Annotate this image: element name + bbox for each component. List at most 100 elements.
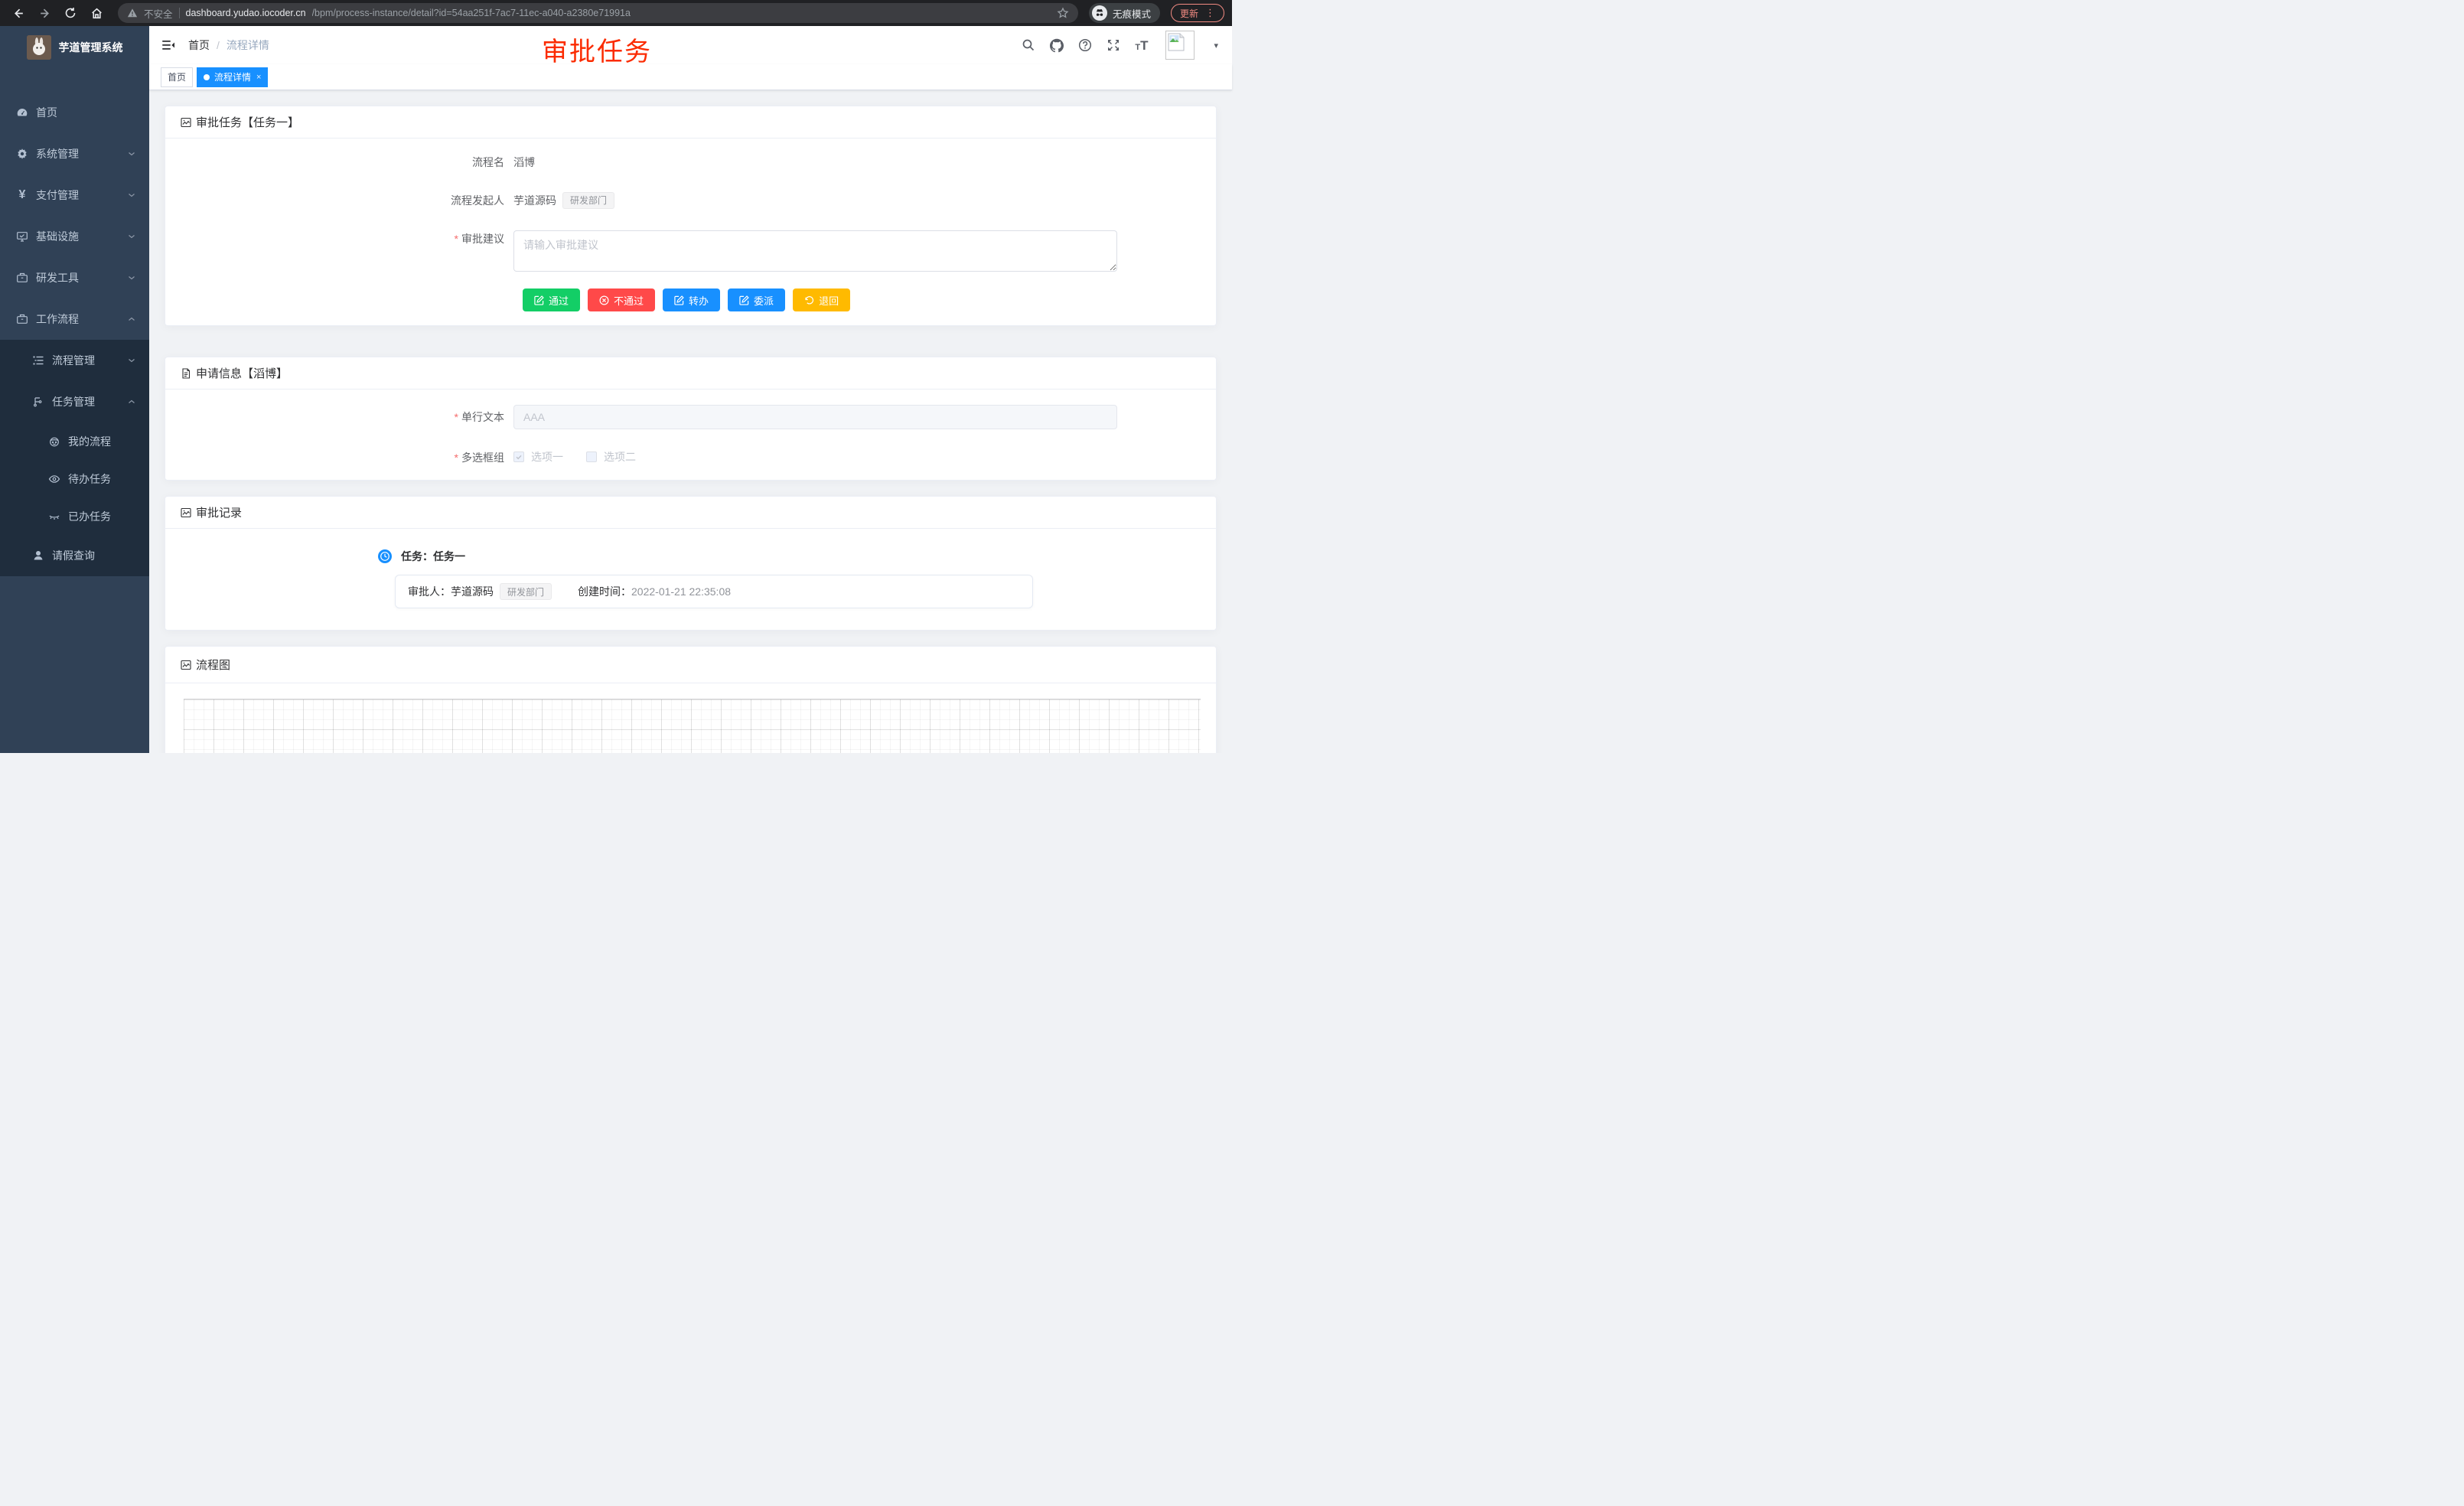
breadcrumb-home[interactable]: 首页: [188, 37, 210, 53]
card-title: 申请信息【滔博】: [196, 365, 288, 381]
picture-icon: [181, 507, 191, 518]
browser-home-icon[interactable]: [86, 2, 107, 24]
sidebar-item-label: 系统管理: [36, 146, 79, 161]
sidebar-item-label: 已办任务: [68, 509, 111, 524]
approve-button[interactable]: 通过: [523, 288, 580, 311]
checkbox-checked-icon: [513, 451, 524, 462]
browser-update-button[interactable]: 更新 ⋮: [1171, 4, 1224, 22]
delegate-button[interactable]: 委派: [728, 288, 785, 311]
breadcrumb-separator: /: [217, 39, 220, 51]
create-time-value: 2022-01-21 22:35:08: [631, 585, 731, 598]
sidebar-logo-row[interactable]: 芋道管理系统: [0, 26, 149, 69]
sidebar-item-label: 待办任务: [68, 471, 111, 487]
bookmark-star-icon[interactable]: [1057, 7, 1069, 19]
process-diagram-card: 流程图: [165, 646, 1217, 753]
sidebar-item-process-management[interactable]: 流程管理: [0, 340, 149, 381]
sidebar-item-devtools[interactable]: 研发工具: [0, 257, 149, 298]
card-header: 审批记录: [165, 497, 1216, 529]
caret-down-icon[interactable]: ▾: [1214, 41, 1218, 51]
font-size-icon[interactable]: TT: [1135, 39, 1148, 52]
hamburger-icon[interactable]: [161, 37, 176, 53]
sidebar-item-done-tasks[interactable]: 已办任务: [0, 497, 149, 535]
browser-menu-icon[interactable]: ⋮: [1205, 7, 1215, 19]
tab-process-detail[interactable]: 流程详情 ×: [197, 67, 268, 87]
toolbox-icon: [16, 272, 28, 284]
sidebar-item-task-management[interactable]: 任务管理: [0, 381, 149, 422]
fullscreen-icon[interactable]: [1107, 38, 1120, 52]
single-line-input[interactable]: [513, 405, 1117, 429]
sidebar-item-system[interactable]: 系统管理: [0, 133, 149, 174]
edit-icon: [534, 295, 544, 305]
initiator-row: 流程发起人 芋道源码 研发部门: [181, 192, 1201, 209]
initiator-label: 流程发起人: [181, 192, 513, 209]
chevron-up-icon: [128, 398, 135, 406]
list-tree-icon: [32, 354, 44, 367]
breadcrumb: 首页 / 流程详情: [188, 37, 269, 53]
dept-tag: 研发部门: [562, 192, 614, 209]
tab-close-icon[interactable]: ×: [256, 73, 261, 82]
url-bar[interactable]: 不安全 dashboard.yudao.iocoder.cn /bpm/proc…: [118, 3, 1078, 23]
single-line-label: 单行文本: [461, 411, 504, 423]
sidebar-menu: 首页 系统管理 ¥ 支付管理: [0, 69, 149, 576]
incognito-label: 无痕模式: [1113, 6, 1151, 21]
checkbox-group: 选项一 选项二: [513, 449, 659, 465]
required-mark: *: [455, 411, 458, 423]
url-divider: [179, 8, 180, 18]
process-name-label: 流程名: [181, 154, 513, 171]
search-icon[interactable]: [1022, 38, 1035, 52]
card-title: 审批记录: [196, 504, 242, 520]
clock-icon: [378, 549, 392, 563]
checkbox-group-row: *多选框组 选项一: [181, 449, 1201, 466]
approve-label: 通过: [549, 293, 569, 308]
create-time-label: 创建时间：: [578, 584, 631, 599]
url-host: dashboard.yudao.iocoder.cn: [186, 8, 306, 18]
sidebar-item-label: 基础设施: [36, 229, 79, 244]
help-icon[interactable]: [1078, 38, 1092, 52]
sidebar-item-my-process[interactable]: 我的流程: [0, 422, 149, 460]
sidebar-item-infrastructure[interactable]: 基础设施: [0, 216, 149, 257]
eye-closed-icon: [48, 510, 60, 523]
url-path: /bpm/process-instance/detail?id=54aa251f…: [312, 8, 1051, 18]
incognito-badge: 无痕模式: [1089, 3, 1160, 23]
transfer-button[interactable]: 转办: [663, 288, 720, 311]
sidebar-item-payment[interactable]: ¥ 支付管理: [0, 174, 149, 216]
tab-label: 流程详情: [214, 70, 251, 83]
sidebar-item-leave-query[interactable]: 请假查询: [0, 535, 149, 576]
bpmn-diagram-canvas[interactable]: [184, 699, 1201, 753]
warning-icon: [127, 8, 138, 18]
tab-home[interactable]: 首页: [161, 67, 193, 87]
browser-forward-icon[interactable]: [34, 2, 55, 24]
approval-actions: 通过 不通过 转办 委: [181, 288, 1201, 311]
github-icon[interactable]: [1050, 38, 1064, 52]
dept-tag: 研发部门: [500, 583, 552, 600]
approver-value: 芋道源码: [451, 584, 494, 599]
picture-icon: [181, 660, 191, 670]
chevron-down-icon: [128, 150, 135, 158]
avatar[interactable]: [1165, 31, 1195, 60]
return-label: 退回: [819, 293, 839, 308]
checkbox-unchecked-icon: [586, 451, 597, 462]
card-header: 审批任务【任务一】: [165, 106, 1216, 139]
eye-open-icon: [48, 473, 60, 485]
task-title: 任务：任务一: [401, 549, 465, 564]
sidebar-item-label: 支付管理: [36, 187, 79, 203]
tab-label: 首页: [168, 70, 186, 83]
sidebar-item-todo-tasks[interactable]: 待办任务: [0, 460, 149, 497]
browser-back-icon[interactable]: [8, 2, 29, 24]
top-navbar: 首页 / 流程详情 TT: [149, 26, 1232, 64]
checkbox-option-2[interactable]: 选项二: [586, 449, 636, 465]
sidebar-item-home[interactable]: 首页: [0, 92, 149, 133]
yen-icon: ¥: [16, 189, 28, 201]
sidebar-item-label: 研发工具: [36, 270, 79, 285]
checkbox-option-1[interactable]: 选项一: [513, 449, 563, 465]
security-label: 不安全: [144, 6, 173, 21]
flow-branch-icon: [32, 396, 44, 408]
return-button[interactable]: 退回: [793, 288, 850, 311]
chevron-down-icon: [128, 357, 135, 364]
suggestion-textarea[interactable]: [513, 230, 1117, 272]
dashboard-icon: [16, 106, 28, 119]
reject-button[interactable]: 不通过: [588, 288, 655, 311]
browser-reload-icon[interactable]: [60, 2, 81, 24]
sidebar-item-workflow[interactable]: 工作流程: [0, 298, 149, 340]
sidebar-item-label: 流程管理: [52, 353, 95, 368]
